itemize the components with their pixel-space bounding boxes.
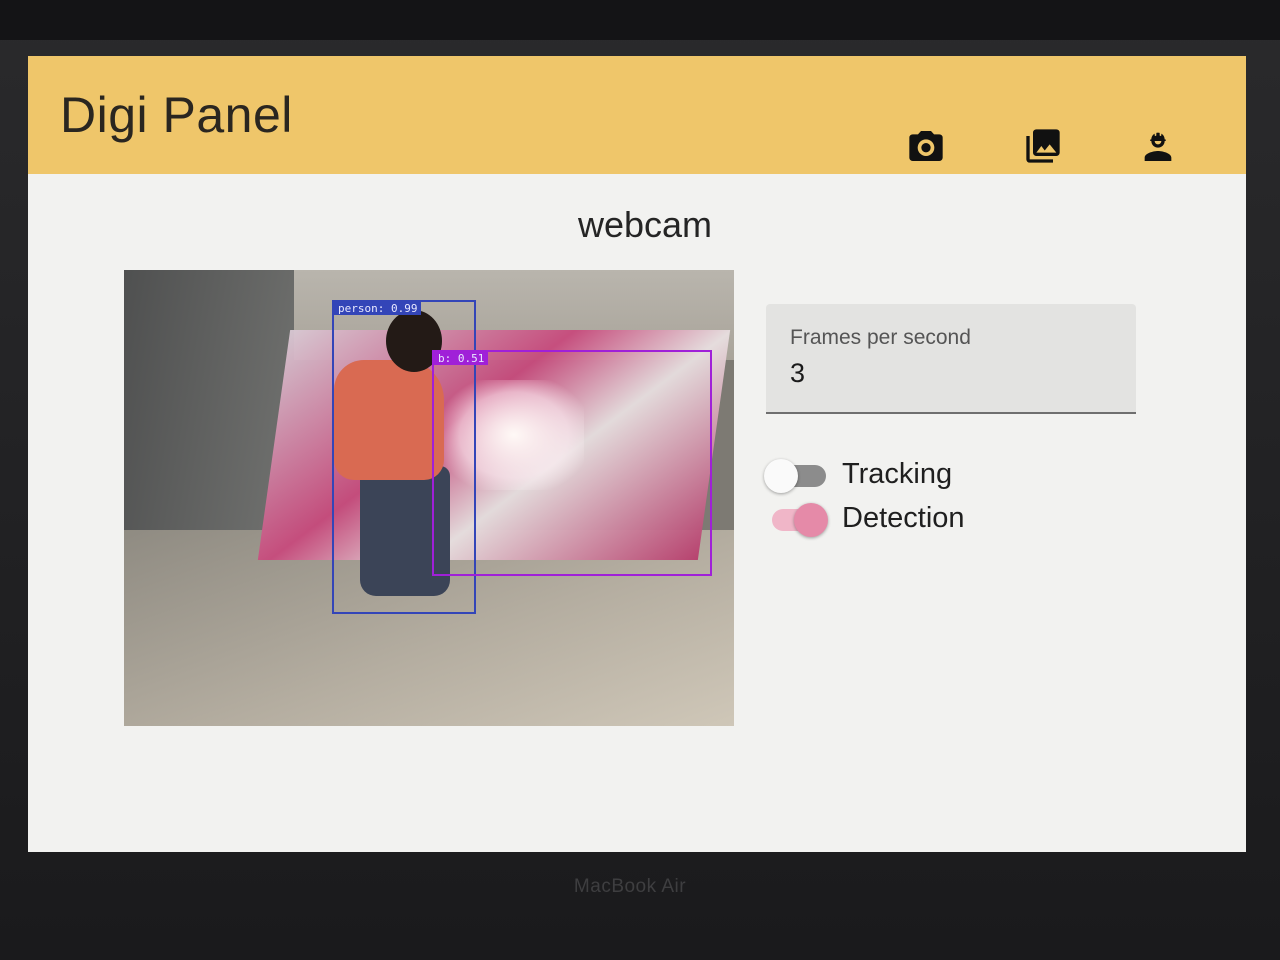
engineer-icon[interactable] — [1134, 122, 1182, 170]
detection-box-bed: b: 0.51 — [432, 350, 712, 576]
detection-row: Detection — [764, 498, 965, 538]
toggle-thumb — [764, 459, 798, 493]
camera-icon[interactable] — [902, 122, 950, 170]
detection-toggle[interactable] — [764, 503, 828, 537]
detection-label: Detection — [842, 501, 965, 534]
laptop-frame: Digi Panel webcam person: 0.99 b: 0.51 F… — [0, 0, 1280, 960]
app-title: Digi Panel — [60, 87, 293, 143]
webcam-feed: person: 0.99 b: 0.51 — [124, 270, 734, 726]
tracking-label: Tracking — [842, 457, 953, 490]
laptop-bezel — [0, 0, 1280, 40]
fps-field[interactable]: Frames per second 3 — [766, 304, 1136, 414]
main-content: webcam person: 0.99 b: 0.51 Frames per s — [28, 174, 1246, 852]
tracking-row: Tracking — [764, 454, 952, 494]
fps-value[interactable]: 3 — [790, 358, 805, 389]
tracking-toggle[interactable] — [764, 459, 828, 493]
photo-library-icon[interactable] — [1019, 122, 1067, 170]
detection-label: person: 0.99 — [334, 302, 422, 315]
fps-label: Frames per second — [790, 326, 971, 349]
toggle-thumb — [794, 503, 828, 537]
screen: Digi Panel webcam person: 0.99 b: 0.51 F… — [28, 56, 1246, 852]
device-brand: MacBook Air — [573, 876, 687, 897]
page-heading: webcam — [577, 204, 713, 245]
detection-label: b: 0.51 — [434, 352, 489, 365]
